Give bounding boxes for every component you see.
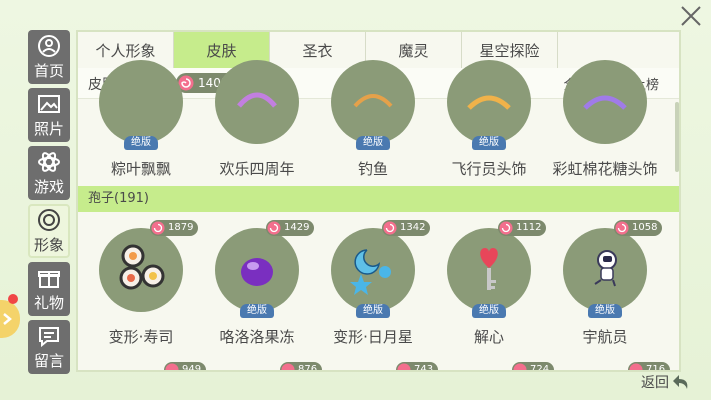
sidebar-item-gift[interactable]: 礼物 — [28, 262, 70, 316]
limited-badge: 绝版 — [472, 304, 506, 318]
home-icon — [38, 34, 60, 57]
price-value: 724 — [530, 364, 550, 372]
lollipop-currency-icon — [383, 221, 397, 235]
rainbow-candy-icon — [583, 95, 627, 110]
skin-name: 钓鱼 — [357, 160, 388, 178]
price-badge: 724 — [512, 362, 555, 372]
skin-name: 解心 — [473, 328, 504, 346]
skin-name: 变形·日月星 — [333, 328, 413, 346]
sidebar-item-label: 首页 — [33, 61, 64, 80]
sidebar-item-label: 礼物 — [33, 293, 64, 312]
message-icon — [39, 326, 59, 347]
back-button[interactable]: 返回 — [641, 372, 691, 392]
back-label: 返回 — [641, 375, 669, 391]
fishing-rod-icon — [353, 94, 393, 108]
limited-badge: 绝版 — [472, 136, 506, 150]
price-value: 1879 — [168, 222, 194, 233]
sidebar: 首页 照片 游戏 形象 礼物 留言 — [28, 30, 70, 374]
lollipop-currency-icon — [151, 221, 165, 235]
price-badge: 1112 — [498, 220, 547, 236]
price-badge: 1342 — [382, 220, 431, 236]
lollipop-currency-icon — [499, 221, 513, 235]
avatar-icon — [38, 208, 60, 231]
sidebar-item-label: 照片 — [33, 119, 64, 138]
price-value: 743 — [414, 364, 434, 372]
back-arrow-icon — [673, 375, 688, 389]
limited-badge: 绝版 — [356, 304, 390, 318]
lollipop-currency-icon — [397, 363, 411, 370]
skin-thumbnail — [215, 228, 299, 312]
skin-name: 彩虹棉花糖头饰 — [552, 160, 658, 178]
price-badge: 1879 — [150, 220, 199, 236]
lollipop-currency-icon — [615, 221, 629, 235]
price-badge: 1429 — [266, 220, 315, 236]
price-value: 1429 — [284, 222, 310, 233]
price-value: 949 — [182, 364, 202, 372]
sidebar-item-label: 形象 — [33, 235, 64, 254]
sidebar-item-label: 游戏 — [33, 177, 64, 196]
price-value: 1112 — [516, 222, 542, 233]
price-value: 1342 — [400, 222, 426, 233]
skin-thumbnail — [215, 60, 299, 144]
sun-moon-star-icon — [350, 249, 391, 295]
price-badge: 876 — [280, 362, 323, 372]
sidebar-item-message[interactable]: 留言 — [28, 320, 70, 374]
limited-badge: 绝版 — [124, 136, 158, 150]
price-badge: 743 — [396, 362, 439, 372]
main-panel: 个人形象 皮肤 圣衣 魔灵 星空探险 皮肤总价值: 140145 全球排名:未上… — [76, 30, 681, 372]
price-value: 876 — [298, 364, 318, 372]
atom-icon — [38, 151, 60, 172]
pilot-goggles-icon — [467, 95, 511, 110]
price-badge: 949 — [164, 362, 207, 372]
price-badge: 1058 — [614, 220, 663, 236]
sidebar-item-home[interactable]: 首页 — [28, 30, 70, 84]
skin-name: 飞行员头饰 — [451, 160, 527, 178]
sushi-icon — [119, 244, 165, 290]
price-value: 1058 — [632, 222, 658, 233]
lollipop-currency-icon — [513, 363, 527, 370]
sidebar-item-games[interactable]: 游戏 — [28, 146, 70, 200]
limited-badge: 绝版 — [588, 304, 622, 318]
limited-badge: 绝版 — [356, 136, 390, 150]
skin-thumbnail — [99, 228, 183, 312]
skin-name: 变形·寿司 — [108, 328, 174, 346]
astronaut-icon — [594, 250, 617, 287]
gift-icon — [38, 270, 60, 288]
jelly-icon — [241, 258, 273, 286]
skin-name: 欢乐四周年 — [219, 160, 295, 178]
skin-thumbnail — [99, 60, 183, 144]
lollipop-currency-icon — [267, 221, 281, 235]
skin-name: 咯洛洛果冻 — [219, 328, 295, 346]
rainbow-icon — [237, 92, 277, 108]
price-badge: 716 — [628, 362, 671, 372]
skin-thumbnail — [331, 228, 415, 312]
price-value: 716 — [646, 364, 666, 372]
skin-name: 宇航员 — [582, 328, 628, 346]
photo-icon — [38, 94, 60, 113]
skin-thumbnail — [331, 60, 415, 144]
skin-thumbnail — [563, 60, 647, 144]
side-collapse-tab[interactable] — [0, 300, 20, 338]
close-icon[interactable] — [679, 4, 703, 28]
skin-thumbnail — [447, 228, 531, 312]
skin-thumbnail — [563, 228, 647, 312]
lollipop-currency-icon — [281, 363, 295, 370]
sidebar-item-photo[interactable]: 照片 — [28, 88, 70, 142]
lollipop-currency-icon — [629, 363, 643, 370]
heart-key-icon — [480, 248, 498, 290]
skin-name: 粽叶飘飘 — [110, 160, 171, 178]
notification-dot — [8, 294, 18, 304]
sidebar-item-avatar[interactable]: 形象 — [28, 204, 70, 258]
sidebar-item-label: 留言 — [33, 351, 64, 370]
section-header[interactable]: 孢子(191) — [78, 186, 679, 212]
limited-badge: 绝版 — [240, 304, 274, 318]
scrollbar[interactable] — [675, 102, 679, 172]
skin-thumbnail — [447, 60, 531, 144]
lollipop-currency-icon — [165, 363, 179, 370]
